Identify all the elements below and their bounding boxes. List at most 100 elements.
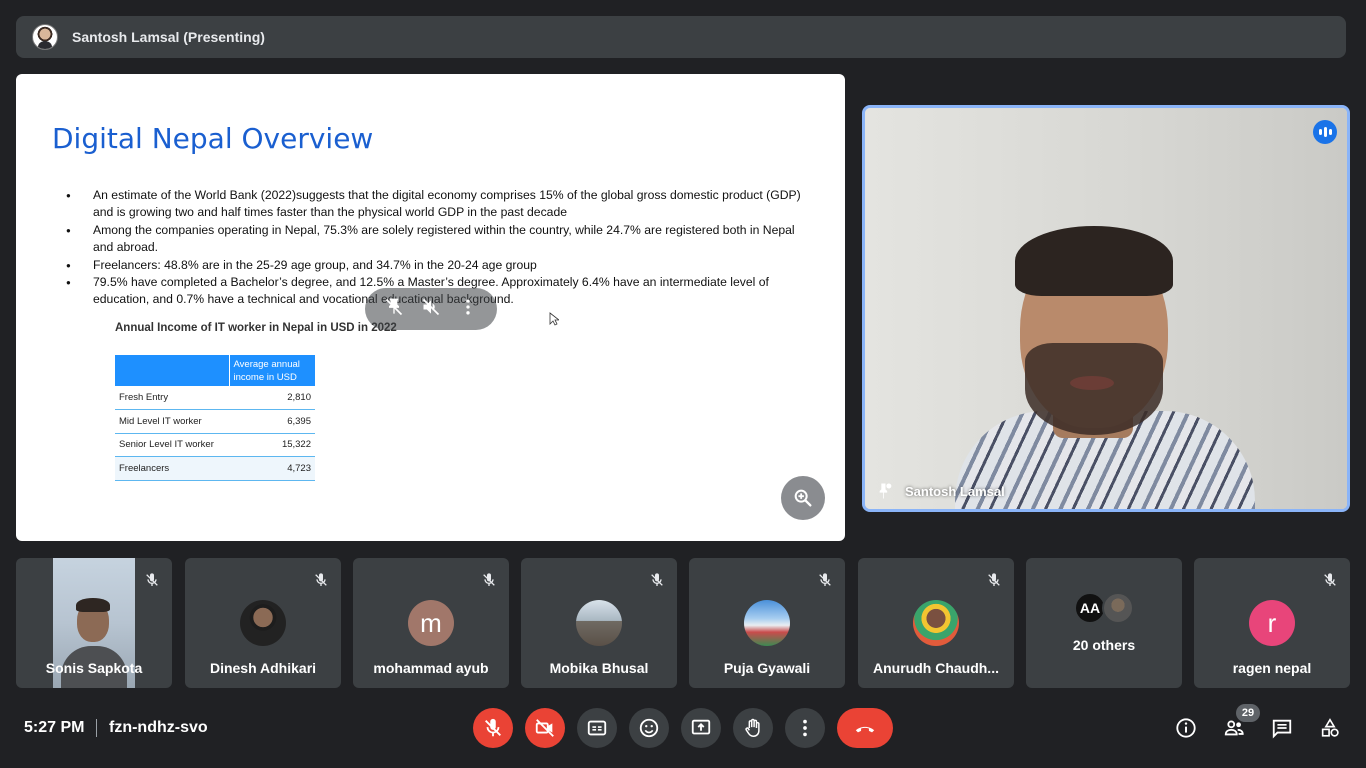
participant-tile[interactable]: Sonis Sapkota: [16, 558, 172, 688]
table-row: Mid Level IT worker 6,395: [115, 409, 315, 434]
mic-off-icon: [146, 573, 158, 586]
present-icon: [691, 719, 711, 735]
captions-button[interactable]: [577, 708, 617, 748]
participant-tile[interactable]: Anurudh Chaudh...: [858, 558, 1014, 688]
participant-tile[interactable]: r ragen nepal: [1194, 558, 1350, 688]
participant-tile[interactable]: Puja Gyawali: [689, 558, 845, 688]
zoom-button[interactable]: [781, 476, 825, 520]
presenter-avatar: [32, 24, 58, 50]
leave-call-button[interactable]: [837, 708, 893, 748]
mic-off-icon: [483, 573, 495, 586]
speaker-hair: [1015, 226, 1173, 296]
mic-off-icon: [485, 718, 501, 737]
participant-hair: [76, 598, 110, 612]
speaker-name-row: Santosh Lamsal: [873, 481, 1005, 501]
toggle-camera-button[interactable]: [525, 708, 565, 748]
presentation-bar: Santosh Lamsal (Presenting): [16, 16, 1346, 58]
participant-avatar: m: [408, 600, 454, 646]
speaking-indicator-icon: [1313, 120, 1337, 144]
participant-tile[interactable]: m mohammad ayub: [353, 558, 509, 688]
participant-name: mohammad ayub: [373, 660, 489, 676]
info-icon: [1176, 718, 1196, 738]
more-options-icon: [803, 719, 807, 737]
slide-title: Digital Nepal Overview: [52, 122, 374, 155]
table-row: Senior Level IT worker 15,322: [115, 433, 315, 457]
chat-icon: [1272, 719, 1292, 739]
speaker-mouth: [1070, 376, 1114, 390]
row-label: Senior Level IT worker: [115, 433, 229, 457]
present-now-button[interactable]: [681, 708, 721, 748]
shared-screen: Digital Nepal Overview An estimate of th…: [16, 74, 845, 541]
zoom-in-icon: [794, 489, 812, 507]
speaker-name: Santosh Lamsal: [905, 483, 1005, 499]
raise-hand-button[interactable]: [733, 708, 773, 748]
row-value: 6,395: [229, 409, 315, 434]
others-label: 20 others: [1072, 637, 1136, 653]
hang-up-icon: [855, 726, 875, 733]
table-row: Freelancers 4,723: [115, 456, 315, 481]
emoji-icon: [639, 718, 659, 738]
row-label: Mid Level IT worker: [115, 409, 229, 434]
pin-icon[interactable]: [384, 297, 404, 322]
participant-name: Anurudh Chaudh...: [873, 660, 999, 676]
raise-hand-icon: [745, 718, 760, 737]
table-header-row: Average annual income in USD: [115, 355, 315, 386]
meeting-code: fzn-ndhz-svo: [109, 719, 208, 736]
row-label: Freelancers: [115, 456, 229, 481]
bullet-item: Among the companies operating in Nepal, …: [66, 222, 806, 257]
table-title: Annual Income of IT worker in Nepal in U…: [115, 322, 397, 334]
more-vert-icon[interactable]: [458, 297, 478, 322]
presentation-title: Santosh Lamsal (Presenting): [72, 29, 265, 45]
people-icon: [1224, 720, 1244, 736]
participant-avatar: [240, 600, 286, 646]
table-row: Fresh Entry 2,810: [115, 386, 315, 410]
camera-off-icon: [535, 719, 554, 737]
mic-off-icon: [1324, 573, 1336, 586]
more-options-button[interactable]: [785, 708, 825, 748]
others-tile[interactable]: AA 20 others: [1026, 558, 1182, 688]
row-value: 4,723: [229, 456, 315, 481]
participant-name: Puja Gyawali: [723, 660, 811, 676]
participant-strip: Sonis Sapkota Dinesh Adhikari m mohammad…: [16, 558, 1350, 688]
participant-avatar: [913, 600, 959, 646]
others-avatars: AA: [1074, 592, 1138, 624]
meeting-details-button[interactable]: [1174, 716, 1198, 740]
table-header: Average annual income in USD: [229, 355, 315, 386]
others-avatar-photo: [1102, 592, 1134, 624]
captions-icon: [587, 720, 607, 736]
reactions-button[interactable]: [629, 708, 669, 748]
participant-avatar: r: [1249, 600, 1295, 646]
toggle-microphone-button[interactable]: [473, 708, 513, 748]
table-header-blank: [115, 355, 230, 386]
bottom-control-bar: 5:27 PM fzn-ndhz-svo 29: [0, 700, 1366, 768]
participant-tile[interactable]: Mobika Bhusal: [521, 558, 677, 688]
mute-audio-icon[interactable]: [421, 297, 441, 322]
mic-off-icon: [651, 573, 663, 586]
activities-button[interactable]: [1318, 716, 1342, 740]
participant-name: Sonis Sapkota: [45, 660, 143, 676]
mic-off-icon: [988, 573, 1000, 586]
chat-button[interactable]: [1270, 716, 1294, 740]
show-everyone-button[interactable]: [1222, 716, 1246, 740]
activities-icon: [1321, 718, 1339, 737]
participant-name: Mobika Bhusal: [549, 660, 649, 676]
meeting-time: 5:27 PM: [24, 719, 85, 736]
row-value: 15,322: [229, 433, 315, 457]
participant-avatar: [576, 600, 622, 646]
presenter-floating-controls: [365, 288, 497, 330]
row-label: Fresh Entry: [115, 386, 229, 410]
presenting-pin-icon: [879, 483, 892, 499]
participant-avatar: [744, 600, 790, 646]
row-value: 2,810: [229, 386, 315, 410]
income-table: Average annual income in USD Fresh Entry…: [115, 355, 315, 481]
mic-off-icon: [819, 573, 831, 586]
mic-off-icon: [315, 573, 327, 586]
mouse-cursor-icon: [549, 312, 559, 326]
bullet-item: An estimate of the World Bank (2022)sugg…: [66, 187, 806, 222]
participant-name: Dinesh Adhikari: [209, 660, 317, 676]
participant-name: ragen nepal: [1232, 660, 1312, 676]
divider: [96, 719, 97, 737]
speaker-tile[interactable]: Santosh Lamsal: [862, 105, 1350, 512]
bullet-item: Freelancers: 48.8% are in the 25-29 age …: [66, 257, 806, 275]
participant-tile[interactable]: Dinesh Adhikari: [185, 558, 341, 688]
